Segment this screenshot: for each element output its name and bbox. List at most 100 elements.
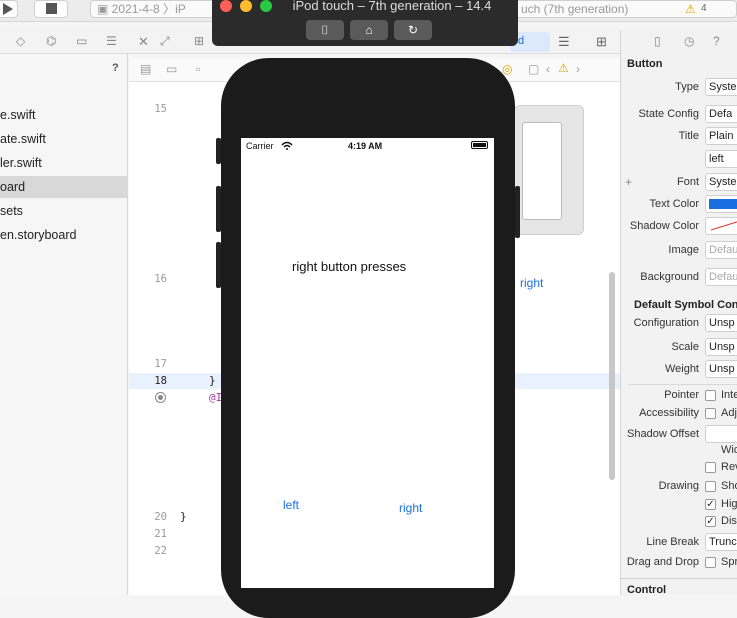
disabled-option: Dis bbox=[721, 515, 737, 527]
state-config-label: State Config bbox=[638, 108, 699, 120]
shadow-color-label: Shadow Color bbox=[629, 220, 699, 232]
line-break-popup[interactable]: Trunc bbox=[705, 533, 737, 551]
add-variation-icon[interactable]: + bbox=[625, 175, 632, 189]
status-time: 4:19 AM bbox=[348, 141, 383, 151]
pointer-option: Inte bbox=[721, 389, 737, 401]
breakpoint-navigator-icon[interactable]: ▭ bbox=[76, 34, 87, 48]
rotate-button[interactable]: ↻ bbox=[394, 20, 432, 40]
accessibility-option: Adj bbox=[721, 407, 737, 419]
background-label: Background bbox=[640, 271, 699, 283]
title-text-field[interactable]: left bbox=[705, 150, 737, 168]
scheme-selector[interactable]: ▣ 2021-4-8 〉iP bbox=[90, 0, 215, 18]
storyboard-object-icon[interactable]: ◎ bbox=[502, 62, 512, 76]
help-inspector-icon[interactable]: ? bbox=[713, 34, 720, 48]
navigator-selector-bar: ◇ ⌬ ▭ ☰ bbox=[0, 30, 130, 54]
code-line: } bbox=[209, 374, 216, 387]
section-default-symbol: Default Symbol Conf bbox=[634, 299, 737, 311]
line-number: 20 bbox=[154, 511, 167, 523]
shadow-offset-width-field[interactable] bbox=[705, 425, 737, 443]
divider bbox=[620, 578, 737, 579]
navigator-item-selected[interactable]: oard bbox=[0, 176, 128, 198]
rotate-icon: ↻ bbox=[407, 23, 419, 37]
screenshot-button[interactable]: ⌷ bbox=[306, 20, 344, 40]
grid-icon[interactable]: ⊞ bbox=[194, 34, 204, 48]
text-color-swatch bbox=[709, 199, 737, 209]
expand-icon[interactable]: ⤢ bbox=[160, 34, 170, 49]
chevron-right-icon[interactable]: › bbox=[576, 62, 580, 76]
run-button[interactable] bbox=[0, 0, 18, 18]
divider bbox=[628, 384, 737, 385]
configuration-popup[interactable]: Unsp bbox=[705, 314, 737, 332]
history-inspector-icon[interactable]: ◷ bbox=[684, 34, 694, 48]
outlet-connection-icon[interactable] bbox=[155, 392, 166, 403]
warning-icon[interactable]: ⚠ bbox=[558, 61, 569, 75]
weight-popup[interactable]: Unsp bbox=[705, 360, 737, 378]
left-button[interactable]: left bbox=[283, 498, 299, 512]
help-indicator: ? bbox=[112, 62, 119, 74]
file-icon[interactable]: ▫ bbox=[196, 62, 200, 76]
find-navigator-icon[interactable]: ◇ bbox=[16, 34, 25, 48]
minimap-scene bbox=[522, 122, 562, 220]
scale-popup[interactable]: Unsp bbox=[705, 338, 737, 356]
text-color-well[interactable] bbox=[705, 195, 737, 213]
folder-icon[interactable]: ▭ bbox=[166, 62, 177, 76]
canvas-right-button[interactable]: right bbox=[520, 276, 543, 290]
lines-icon[interactable]: ☰ bbox=[558, 34, 570, 50]
navigator-item[interactable]: ate.swift bbox=[0, 128, 128, 150]
run-destination[interactable]: uch (7th generation) ⚠ 4 bbox=[512, 0, 737, 18]
disabled-checkbox[interactable]: ✓ bbox=[705, 516, 716, 527]
close-window-button[interactable] bbox=[220, 0, 232, 12]
report-navigator-icon[interactable]: ☰ bbox=[106, 34, 117, 48]
volume-down-button bbox=[216, 242, 221, 288]
navigator-item[interactable]: sets bbox=[0, 200, 128, 222]
line-break-label: Line Break bbox=[646, 536, 699, 548]
pointer-checkbox[interactable] bbox=[705, 390, 716, 401]
zoom-window-button[interactable] bbox=[260, 0, 272, 12]
navigator-item-label: e.swift bbox=[0, 108, 36, 122]
type-popup[interactable]: Syste bbox=[705, 78, 737, 96]
background-field[interactable]: Defau bbox=[705, 268, 737, 286]
accessibility-label: Accessibility bbox=[639, 407, 699, 419]
navigator-item[interactable]: ler.swift bbox=[0, 152, 128, 174]
close-editor-icon[interactable]: ✕ bbox=[138, 34, 149, 50]
related-items-icon[interactable]: ▤ bbox=[140, 62, 151, 76]
navigator-item[interactable]: en.storyboard bbox=[0, 224, 128, 246]
spring-loaded-checkbox[interactable] bbox=[705, 557, 716, 568]
line-number: 21 bbox=[154, 528, 167, 540]
file-inspector-icon[interactable]: ▯ bbox=[654, 34, 661, 48]
shows-touch-checkbox[interactable] bbox=[705, 481, 716, 492]
shadow-offset-label: Shadow Offset bbox=[627, 428, 699, 440]
scheme-name: 2021-4-8 bbox=[111, 2, 160, 16]
right-button[interactable]: right bbox=[399, 501, 422, 515]
type-label: Type bbox=[675, 81, 699, 93]
issue-navigator-icon[interactable]: ⌬ bbox=[46, 34, 56, 48]
chevron-left-icon[interactable]: ‹ bbox=[546, 62, 550, 76]
minimize-window-button[interactable] bbox=[240, 0, 252, 12]
title-popup[interactable]: Plain bbox=[705, 127, 737, 145]
state-config-popup[interactable]: Defa bbox=[705, 105, 737, 123]
mute-switch bbox=[216, 138, 221, 164]
accessibility-checkbox[interactable] bbox=[705, 408, 716, 419]
home-button[interactable]: ⌂ bbox=[350, 20, 388, 40]
editor-scrollbar[interactable] bbox=[609, 272, 615, 480]
stop-icon bbox=[46, 3, 57, 14]
simulator-titlebar: iPod touch – 7th generation – 14.4 ⌷ ⌂ ↻ bbox=[212, 0, 518, 46]
width-caption: Wid bbox=[721, 444, 737, 456]
stop-button[interactable] bbox=[34, 0, 68, 18]
image-field[interactable]: Defau bbox=[705, 241, 737, 259]
no-color-icon bbox=[710, 221, 737, 231]
image-label: Image bbox=[668, 244, 699, 256]
device-name: uch (7th generation) bbox=[521, 2, 629, 16]
scale-label: Scale bbox=[671, 341, 699, 353]
font-field[interactable]: Syste bbox=[705, 173, 737, 191]
reverses-checkbox[interactable] bbox=[705, 462, 716, 473]
navigator-item-label: sets bbox=[0, 204, 23, 218]
simulator-screen[interactable]: Carrier 4:19 AM right button presses lef… bbox=[241, 138, 494, 588]
highlighted-checkbox[interactable]: ✓ bbox=[705, 499, 716, 510]
shadow-color-well[interactable] bbox=[705, 217, 737, 235]
configuration-label: Configuration bbox=[633, 317, 699, 329]
storyboard-minimap[interactable] bbox=[514, 105, 584, 235]
add-editor-icon[interactable]: ⊞ bbox=[596, 34, 607, 50]
navigator-item[interactable]: e.swift bbox=[0, 104, 128, 126]
view-icon[interactable]: ▢ bbox=[528, 62, 539, 76]
